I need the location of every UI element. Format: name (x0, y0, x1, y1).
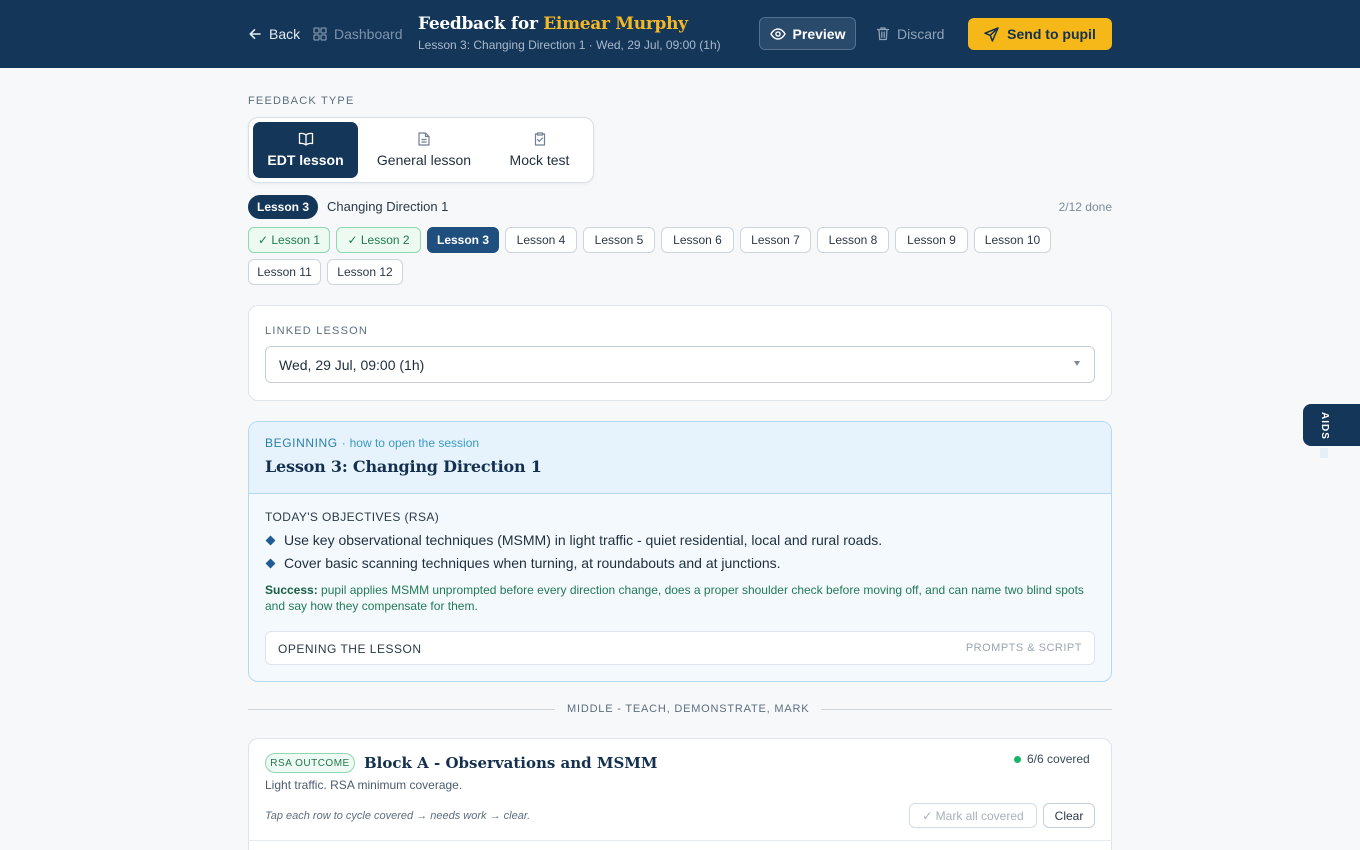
trash-icon (876, 27, 890, 41)
lesson-chip[interactable]: Lesson 10 (974, 227, 1051, 253)
feedback-type-label: FEEDBACK TYPE (248, 95, 355, 107)
beginning-separator: · (341, 436, 346, 450)
lesson-chip[interactable]: Lesson 3 (427, 227, 499, 253)
mark-all-covered-button[interactable]: ✓ Mark all covered (909, 803, 1037, 828)
success-text: pupil applies MSMM unprompted before eve… (265, 583, 1084, 613)
book-icon (1320, 447, 1329, 458)
document-icon (418, 132, 430, 146)
current-lesson-name: Changing Direction 1 (327, 199, 449, 214)
discard-button[interactable]: Discard (876, 17, 944, 50)
page-title: Feedback for Eimear Murphy (418, 14, 721, 34)
dashboard-label: Dashboard (334, 26, 403, 42)
preview-button[interactable]: Preview (759, 17, 856, 50)
lesson-chip[interactable]: Lesson 4 (505, 227, 577, 253)
preview-label: Preview (792, 25, 846, 42)
clipboard-check-icon (534, 132, 545, 146)
pupil-name: Eimear Murphy (543, 14, 688, 34)
back-label: Back (269, 26, 301, 42)
type-general-lesson[interactable]: General lesson (362, 122, 486, 178)
beginning-header: BEGINNING · how to open the session Less… (249, 422, 1111, 494)
objectives-label: TODAY'S OBJECTIVES (RSA) (265, 510, 440, 524)
status-dot-icon (1014, 755, 1021, 763)
lesson-chip[interactable]: Lesson 8 (817, 227, 889, 253)
opening-label: OPENING THE LESSON (278, 642, 422, 656)
beginning-label: BEGINNING · how to open the session (265, 436, 479, 450)
success-label: Success: (265, 583, 318, 597)
lesson-chip[interactable]: ✓ Lesson 2 (336, 227, 421, 253)
aids-tab-content: AIDS (1319, 412, 1330, 458)
back-button[interactable]: Back (248, 24, 300, 44)
linked-lesson-label: LINKED LESSON (265, 325, 369, 337)
beginning-stage: BEGINNING (265, 436, 338, 450)
type-mock-test[interactable]: Mock test (490, 122, 589, 178)
prompts-script-link[interactable]: PROMPTS & SCRIPT (966, 642, 1082, 654)
grid-icon (313, 27, 327, 41)
title-prefix: Feedback for (418, 14, 538, 34)
beginning-title: Lesson 3: Changing Direction 1 (265, 457, 542, 476)
block-row-separator (248, 840, 1112, 841)
success-criteria: Success: pupil applies MSMM unprompted b… (265, 582, 1095, 614)
lesson-chip[interactable]: ✓ Lesson 1 (248, 227, 330, 253)
clear-button[interactable]: Clear (1043, 803, 1095, 828)
linked-lesson-select[interactable]: Wed, 29 Jul, 09:00 (1h) (265, 346, 1095, 383)
arrow-left-icon (249, 29, 261, 39)
page-subtitle: Lesson 3: Changing Direction 1 · Wed, 29… (418, 38, 721, 52)
objective-text: Use key observational techniques (MSMM) … (284, 532, 883, 548)
lesson-chip[interactable]: Lesson 11 (248, 259, 321, 285)
dashboard-link[interactable]: Dashboard (313, 24, 403, 44)
beginning-hint: how to open the session (349, 436, 480, 450)
lesson-chip[interactable]: Lesson 7 (740, 227, 811, 253)
lessons-progress: 2/12 done (1058, 200, 1112, 214)
discard-label: Discard (897, 25, 945, 42)
tap-hint: Tap each row to cycle covered → needs wo… (265, 810, 531, 822)
lesson-chip[interactable]: Lesson 6 (661, 227, 734, 253)
type-edt-lesson-label: EDT lesson (267, 152, 344, 168)
send-label: Send to pupil (1007, 26, 1096, 42)
coverage-status: 6/6 covered (1014, 752, 1090, 766)
feedback-type-selector: EDT lesson General lesson Mock test (248, 117, 594, 183)
linked-lesson-value: Wed, 29 Jul, 09:00 (1h) (279, 356, 425, 373)
send-icon (984, 26, 999, 42)
type-edt-lesson[interactable]: EDT lesson (253, 122, 358, 178)
book-open-icon (298, 132, 313, 146)
type-general-lesson-label: General lesson (376, 152, 472, 168)
objective-item: Use key observational techniques (MSMM) … (265, 532, 882, 548)
page-heading: Feedback for Eimear Murphy Lesson 3: Cha… (418, 14, 721, 52)
type-mock-test-label: Mock test (509, 152, 570, 168)
opening-the-lesson-row[interactable]: OPENING THE LESSON PROMPTS & SCRIPT (265, 631, 1095, 665)
middle-section-label: MIDDLE - TEACH, DEMONSTRATE, MARK (555, 703, 822, 715)
diamond-bullet-icon (265, 535, 276, 545)
lesson-chip[interactable]: Lesson 12 (327, 259, 403, 285)
aids-label: AIDS (1319, 412, 1330, 440)
eye-icon (769, 27, 786, 40)
objective-text: Cover basic scanning techniques when tur… (284, 555, 781, 571)
lesson-chip[interactable]: Lesson 9 (895, 227, 968, 253)
caret-down-icon (1074, 361, 1080, 366)
block-a-title: Block A - Observations and MSMM (364, 754, 658, 772)
aids-side-tab[interactable] (1303, 404, 1360, 446)
block-a-subtitle: Light traffic. RSA minimum coverage. (265, 778, 463, 792)
lesson-chip[interactable]: Lesson 5 (583, 227, 655, 253)
top-bar: Back Dashboard Feedback for Eimear Murph… (0, 0, 1360, 68)
coverage-count: 6/6 covered (1027, 752, 1090, 766)
rsa-outcome-badge: RSA OUTCOME (265, 753, 355, 773)
current-lesson-badge: Lesson 3 (248, 195, 318, 219)
diamond-bullet-icon (265, 558, 276, 568)
send-to-pupil-button[interactable]: Send to pupil (968, 18, 1112, 50)
objective-item: Cover basic scanning techniques when tur… (265, 555, 781, 571)
